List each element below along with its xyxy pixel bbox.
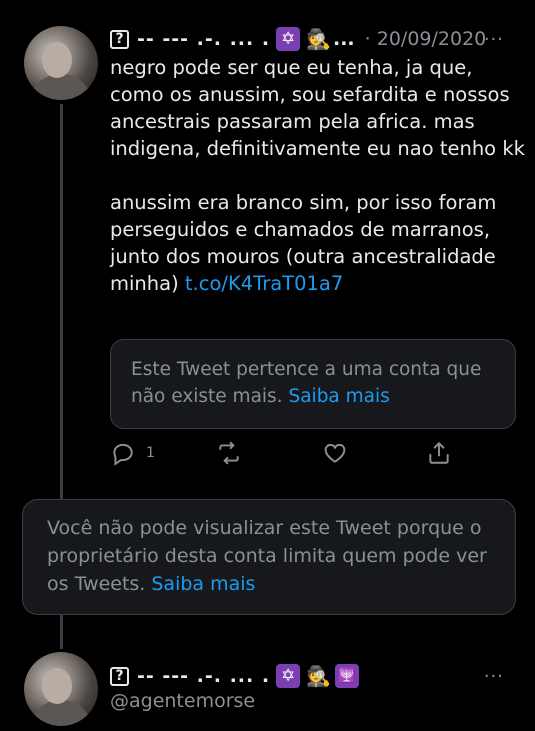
tweet-actions: 1 <box>110 440 460 470</box>
tweet-header: ? -- --- .-. ... . ✡ 🕵 🕎 ··· <box>110 662 520 690</box>
retweet-icon <box>219 441 239 465</box>
reply-count: 1 <box>146 445 155 461</box>
notice-text: Você não pode visualizar este Tweet porq… <box>47 517 487 595</box>
learn-more-link[interactable]: Saiba mais <box>288 386 389 407</box>
star-of-david-icon: ✡ <box>276 27 301 51</box>
more-icon[interactable]: ··· <box>484 666 504 687</box>
restricted-tweet-notice: Você não pode visualizar este Tweet porq… <box>22 499 516 615</box>
question-box-icon: ? <box>110 29 129 49</box>
more-icon[interactable]: ··· <box>484 29 504 50</box>
reply-button[interactable]: 1 <box>110 440 155 466</box>
share-button[interactable] <box>426 440 452 466</box>
tweet-paragraph: negro pode ser que eu tenha, ja que, com… <box>110 56 525 160</box>
tweet-paragraph: anussim era branco sim, por isso foram p… <box>110 189 525 297</box>
avatar[interactable] <box>24 652 98 726</box>
user-handle[interactable]: @agentemorse <box>110 690 255 712</box>
learn-more-link[interactable]: Saiba mais <box>151 573 255 595</box>
tweet-body: negro pode ser que eu tenha, ja que, com… <box>110 54 525 297</box>
display-name[interactable]: -- --- .-. ... . <box>137 28 270 50</box>
tweet-date[interactable]: · 20/09/2020 <box>365 28 487 50</box>
name-ellipsis: ... <box>333 28 355 50</box>
thread-line-bottom <box>60 615 63 649</box>
like-button[interactable] <box>322 440 348 466</box>
avatar[interactable] <box>24 26 98 100</box>
display-name[interactable]: -- --- .-. ... . <box>137 665 270 687</box>
share-icon <box>429 441 449 464</box>
detective-icon: 🕵 <box>306 664 331 688</box>
like-icon <box>324 443 346 463</box>
detective-icon: 🕵 <box>306 27 331 51</box>
tweet-header: ? -- --- .-. ... . ✡ 🕵 ... · 20/09/2020 … <box>110 25 520 53</box>
tweet-link[interactable]: t.co/K4TraT01a7 <box>185 272 343 295</box>
star-of-david-icon: ✡ <box>276 664 301 688</box>
reply-icon <box>113 443 133 466</box>
thread-line-top <box>60 104 63 499</box>
menorah-icon: 🕎 <box>335 664 359 688</box>
unavailable-quote-card: Este Tweet pertence a uma conta que não … <box>110 339 516 429</box>
question-box-icon: ? <box>110 666 129 686</box>
retweet-button[interactable] <box>216 440 242 466</box>
